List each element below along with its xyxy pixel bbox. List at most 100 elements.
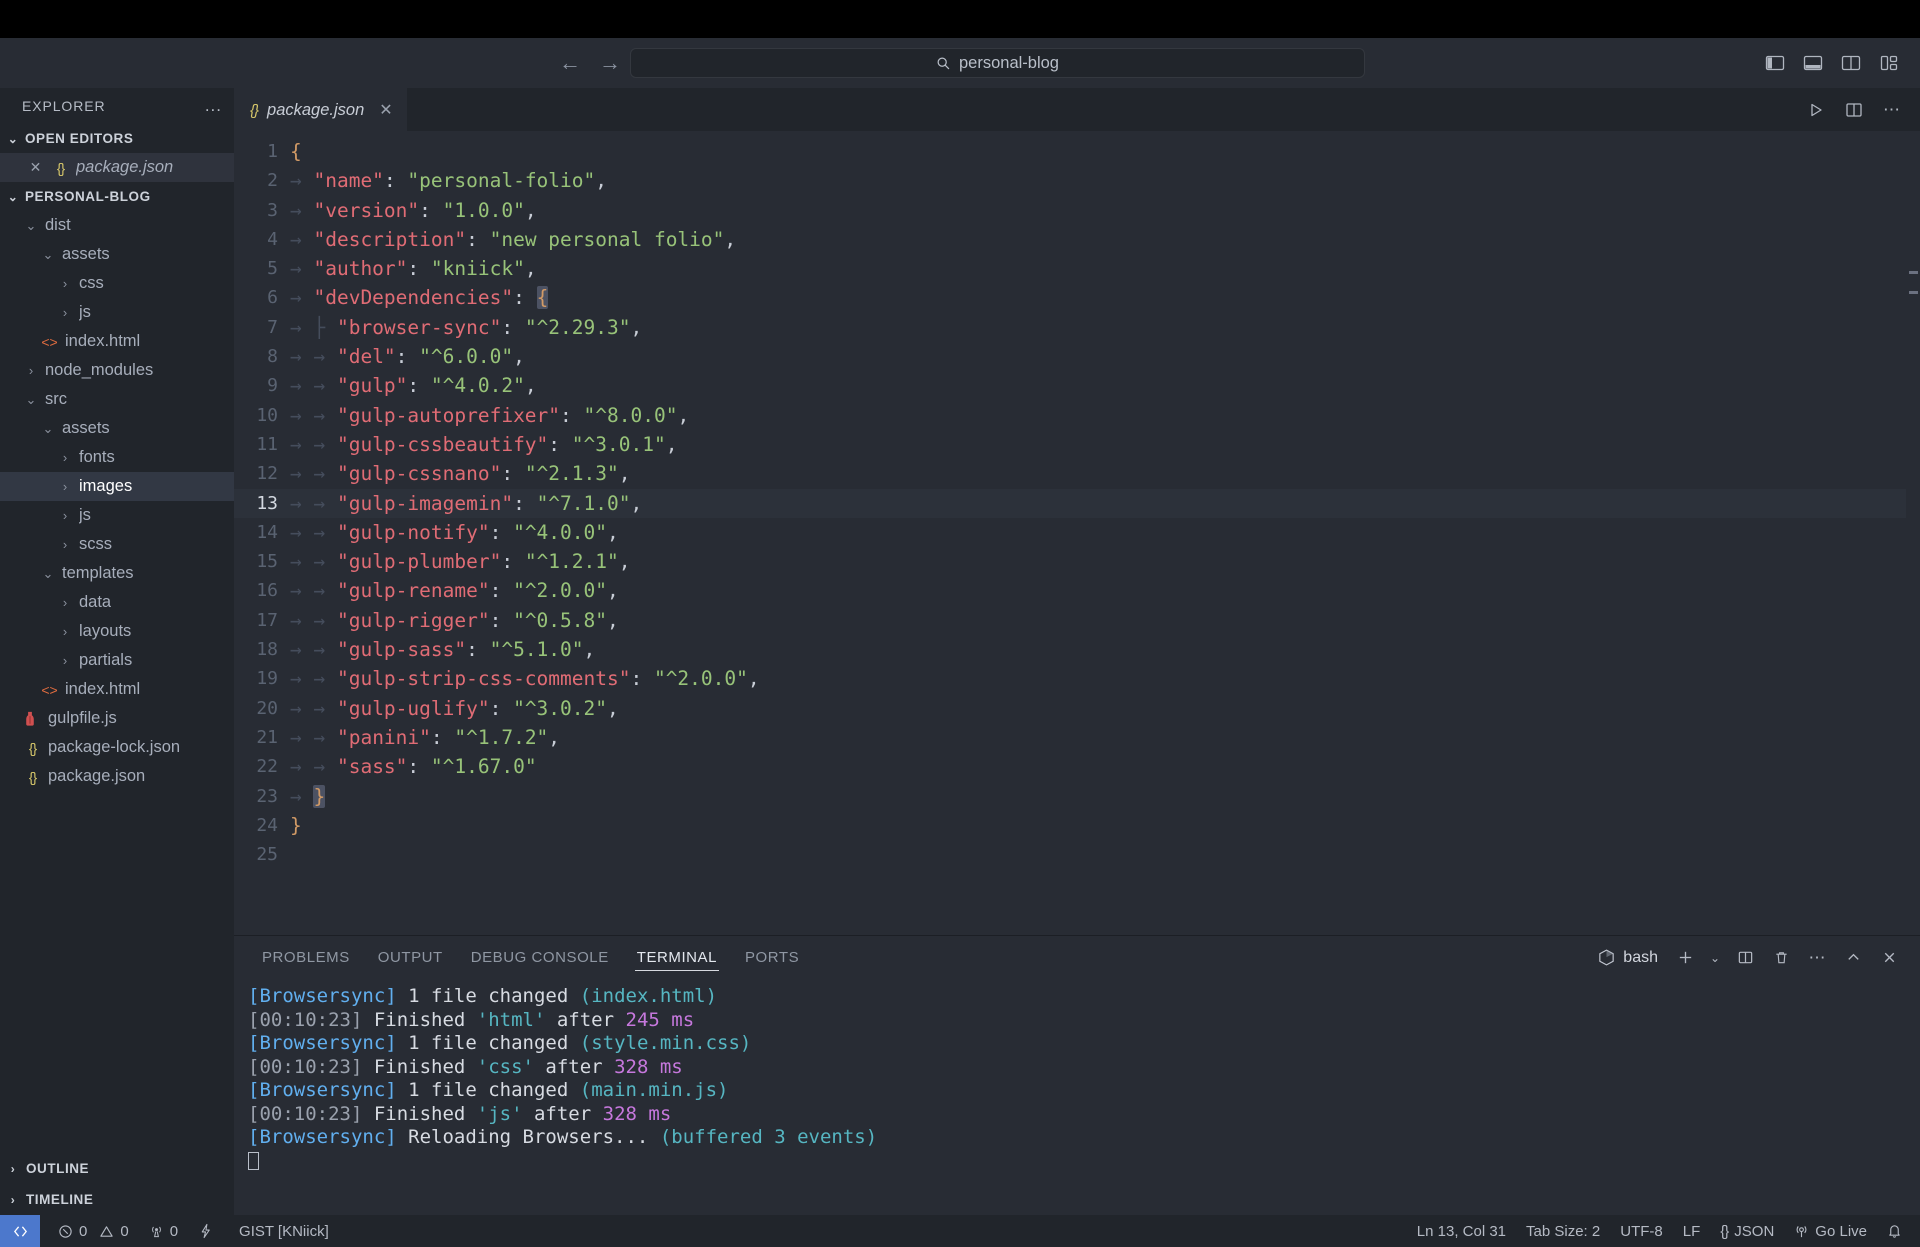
tree-item-partials[interactable]: › partials <box>0 646 234 675</box>
code-line[interactable]: 5 → "author": "kniick", <box>234 254 1920 283</box>
terminal-shell-indicator[interactable]: bash <box>1597 948 1658 967</box>
code-line[interactable]: 15 → → "gulp-plumber": "^1.2.1", <box>234 547 1920 576</box>
code-line[interactable]: 4 → "description": "new personal folio", <box>234 225 1920 254</box>
section-personal-blog[interactable]: ⌄ PERSONAL-BLOG <box>0 182 234 211</box>
code-line[interactable]: 9 → → "gulp": "^4.0.2", <box>234 371 1920 400</box>
arrow-left-icon[interactable]: ← <box>557 50 583 76</box>
tree-item-fonts[interactable]: › fonts <box>0 443 234 472</box>
code-line[interactable]: 18 → → "gulp-sass": "^5.1.0", <box>234 635 1920 664</box>
chevron-down-icon[interactable]: ⌄ <box>1706 943 1724 973</box>
code-line[interactable]: 11 → → "gulp-cssbeautify": "^3.0.1", <box>234 430 1920 459</box>
code-line[interactable]: 17 → → "gulp-rigger": "^0.5.8", <box>234 606 1920 635</box>
code-line[interactable]: 8 → → "del": "^6.0.0", <box>234 342 1920 371</box>
tree-item-src[interactable]: ⌄ src <box>0 385 234 414</box>
panel-tab-problems[interactable]: PROBLEMS <box>248 936 364 979</box>
tree-item-templates[interactable]: ⌄ templates <box>0 559 234 588</box>
close-panel-icon[interactable] <box>1874 943 1904 973</box>
new-terminal-icon[interactable] <box>1670 943 1700 973</box>
panel-tab-output[interactable]: OUTPUT <box>364 936 457 979</box>
code-line[interactable]: 20 → → "gulp-uglify": "^3.0.2", <box>234 694 1920 723</box>
panel-tab-terminal[interactable]: TERMINAL <box>623 936 731 979</box>
code-line[interactable]: 21 → → "panini": "^1.7.2", <box>234 723 1920 752</box>
code-line[interactable]: 3 → "version": "1.0.0", <box>234 196 1920 225</box>
close-icon[interactable]: ✕ <box>379 100 392 120</box>
status-encoding[interactable]: UTF-8 <box>1610 1215 1673 1247</box>
code-line[interactable]: 10 → → "gulp-autoprefixer": "^8.0.0", <box>234 401 1920 430</box>
code-line[interactable]: 22 → → "sass": "^1.67.0" <box>234 752 1920 781</box>
tree-item-scss[interactable]: › scss <box>0 530 234 559</box>
tree-item-css[interactable]: › css <box>0 269 234 298</box>
tree-item-label: package.json <box>48 767 146 785</box>
status-notifications[interactable] <box>1877 1215 1920 1247</box>
more-actions-icon[interactable]: ⋯ <box>1883 100 1900 120</box>
editor-overview-ruler[interactable] <box>1906 131 1920 935</box>
toggle-primary-sidebar-icon[interactable] <box>1764 52 1786 74</box>
command-center-search[interactable]: personal-blog <box>630 48 1365 78</box>
code-line[interactable]: 24} <box>234 811 1920 840</box>
tree-item-gulpfile-js[interactable]: gulpfile.js <box>0 704 234 733</box>
status-problems[interactable]: 0 0 <box>40 1215 139 1247</box>
tree-item-js[interactable]: › js <box>0 501 234 530</box>
tree-item-layouts[interactable]: › layouts <box>0 617 234 646</box>
split-terminal-icon[interactable] <box>1730 943 1760 973</box>
panel-tab-debug-console[interactable]: DEBUG CONSOLE <box>457 936 623 979</box>
panel-tab-ports[interactable]: PORTS <box>731 936 813 979</box>
tab-package-json[interactable]: {} package.json ✕ <box>234 88 407 131</box>
tree-item-images[interactable]: › images <box>0 472 234 501</box>
tree-item-node-modules[interactable]: › node_modules <box>0 356 234 385</box>
status-eol[interactable]: LF <box>1673 1215 1711 1247</box>
arrow-right-icon[interactable]: → <box>597 50 623 76</box>
search-input[interactable]: personal-blog <box>959 54 1059 73</box>
code-line[interactable]: 1{ <box>234 137 1920 166</box>
code-line[interactable]: 7 → ├ "browser-sync": "^2.29.3", <box>234 313 1920 342</box>
code-line[interactable]: 25 <box>234 840 1920 869</box>
code-line[interactable]: 16 → → "gulp-rename": "^2.0.0", <box>234 576 1920 605</box>
split-editor-icon[interactable] <box>1845 101 1863 119</box>
section-timeline[interactable]: › TIMELINE <box>0 1184 234 1215</box>
status-tab-size[interactable]: Tab Size: 2 <box>1516 1215 1610 1247</box>
code-line[interactable]: 13 → → "gulp-imagemin": "^7.1.0", <box>234 488 1920 518</box>
more-actions-icon[interactable]: ⋯ <box>1802 943 1832 973</box>
tree-item-index-html[interactable]: <> index.html <box>0 327 234 356</box>
code-line[interactable]: 14 → → "gulp-notify": "^4.0.0", <box>234 518 1920 547</box>
tree-item-package-json[interactable]: {} package.json <box>0 762 234 791</box>
more-actions-icon[interactable]: ... <box>205 96 222 116</box>
status-ports[interactable]: 0 <box>139 1215 188 1247</box>
tree-item-assets[interactable]: ⌄ assets <box>0 414 234 443</box>
status-go-live[interactable]: Go Live <box>1784 1215 1877 1247</box>
toggle-panel-icon[interactable] <box>1802 52 1824 74</box>
tree-item-js[interactable]: › js <box>0 298 234 327</box>
status-language-mode[interactable]: {} JSON <box>1710 1215 1784 1247</box>
remote-window-icon[interactable] <box>0 1215 40 1247</box>
section-outline[interactable]: › OUTLINE <box>0 1153 234 1184</box>
tree-item-dist[interactable]: ⌄ dist <box>0 211 234 240</box>
status-cursor-position[interactable]: Ln 13, Col 31 <box>1407 1215 1516 1247</box>
run-icon[interactable] <box>1807 101 1825 119</box>
open-editor-item-package-json[interactable]: ✕ {} package.json <box>0 153 234 182</box>
tree-item-index-html[interactable]: <> index.html <box>0 675 234 704</box>
section-open-editors[interactable]: ⌄ OPEN EDITORS <box>0 124 234 153</box>
code-line[interactable]: 6 → "devDependencies": { <box>234 283 1920 312</box>
toggle-secondary-sidebar-icon[interactable] <box>1840 52 1862 74</box>
kill-terminal-icon[interactable] <box>1766 943 1796 973</box>
tree-item-package-lock-json[interactable]: {} package-lock.json <box>0 733 234 762</box>
tree-item-assets[interactable]: ⌄ assets <box>0 240 234 269</box>
line-number: 14 <box>256 521 278 543</box>
line-number: 9 <box>267 375 278 397</box>
tree-item-data[interactable]: › data <box>0 588 234 617</box>
customize-layout-icon[interactable] <box>1878 52 1900 74</box>
code-editor[interactable]: 1{2 → "name": "personal-folio", 3 → "versio… <box>234 131 1920 935</box>
code-line[interactable]: 2 → "name": "personal-folio", <box>234 166 1920 195</box>
terminal-output[interactable]: [Browsersync] 1 file changed (index.html… <box>234 979 1920 1215</box>
code-line[interactable]: 12 → → "gulp-cssnano": "^2.1.3", <box>234 459 1920 488</box>
code-line[interactable]: 23 → } <box>234 782 1920 811</box>
code-content[interactable]: 1{2 → "name": "personal-folio", 3 → "versio… <box>234 131 1920 869</box>
close-icon[interactable]: ✕ <box>26 159 45 176</box>
maximize-panel-icon[interactable] <box>1838 943 1868 973</box>
cursor-position-label: Ln 13, Col 31 <box>1416 1222 1507 1240</box>
status-lightning[interactable] <box>188 1215 223 1247</box>
code-line[interactable]: 19 → → "gulp-strip-css-comments": "^2.0.0… <box>234 664 1920 693</box>
chevron-down-icon: ⌄ <box>25 391 37 407</box>
status-gist[interactable]: GIST [KNiick] <box>223 1215 339 1247</box>
section-label: OUTLINE <box>26 1161 90 1176</box>
